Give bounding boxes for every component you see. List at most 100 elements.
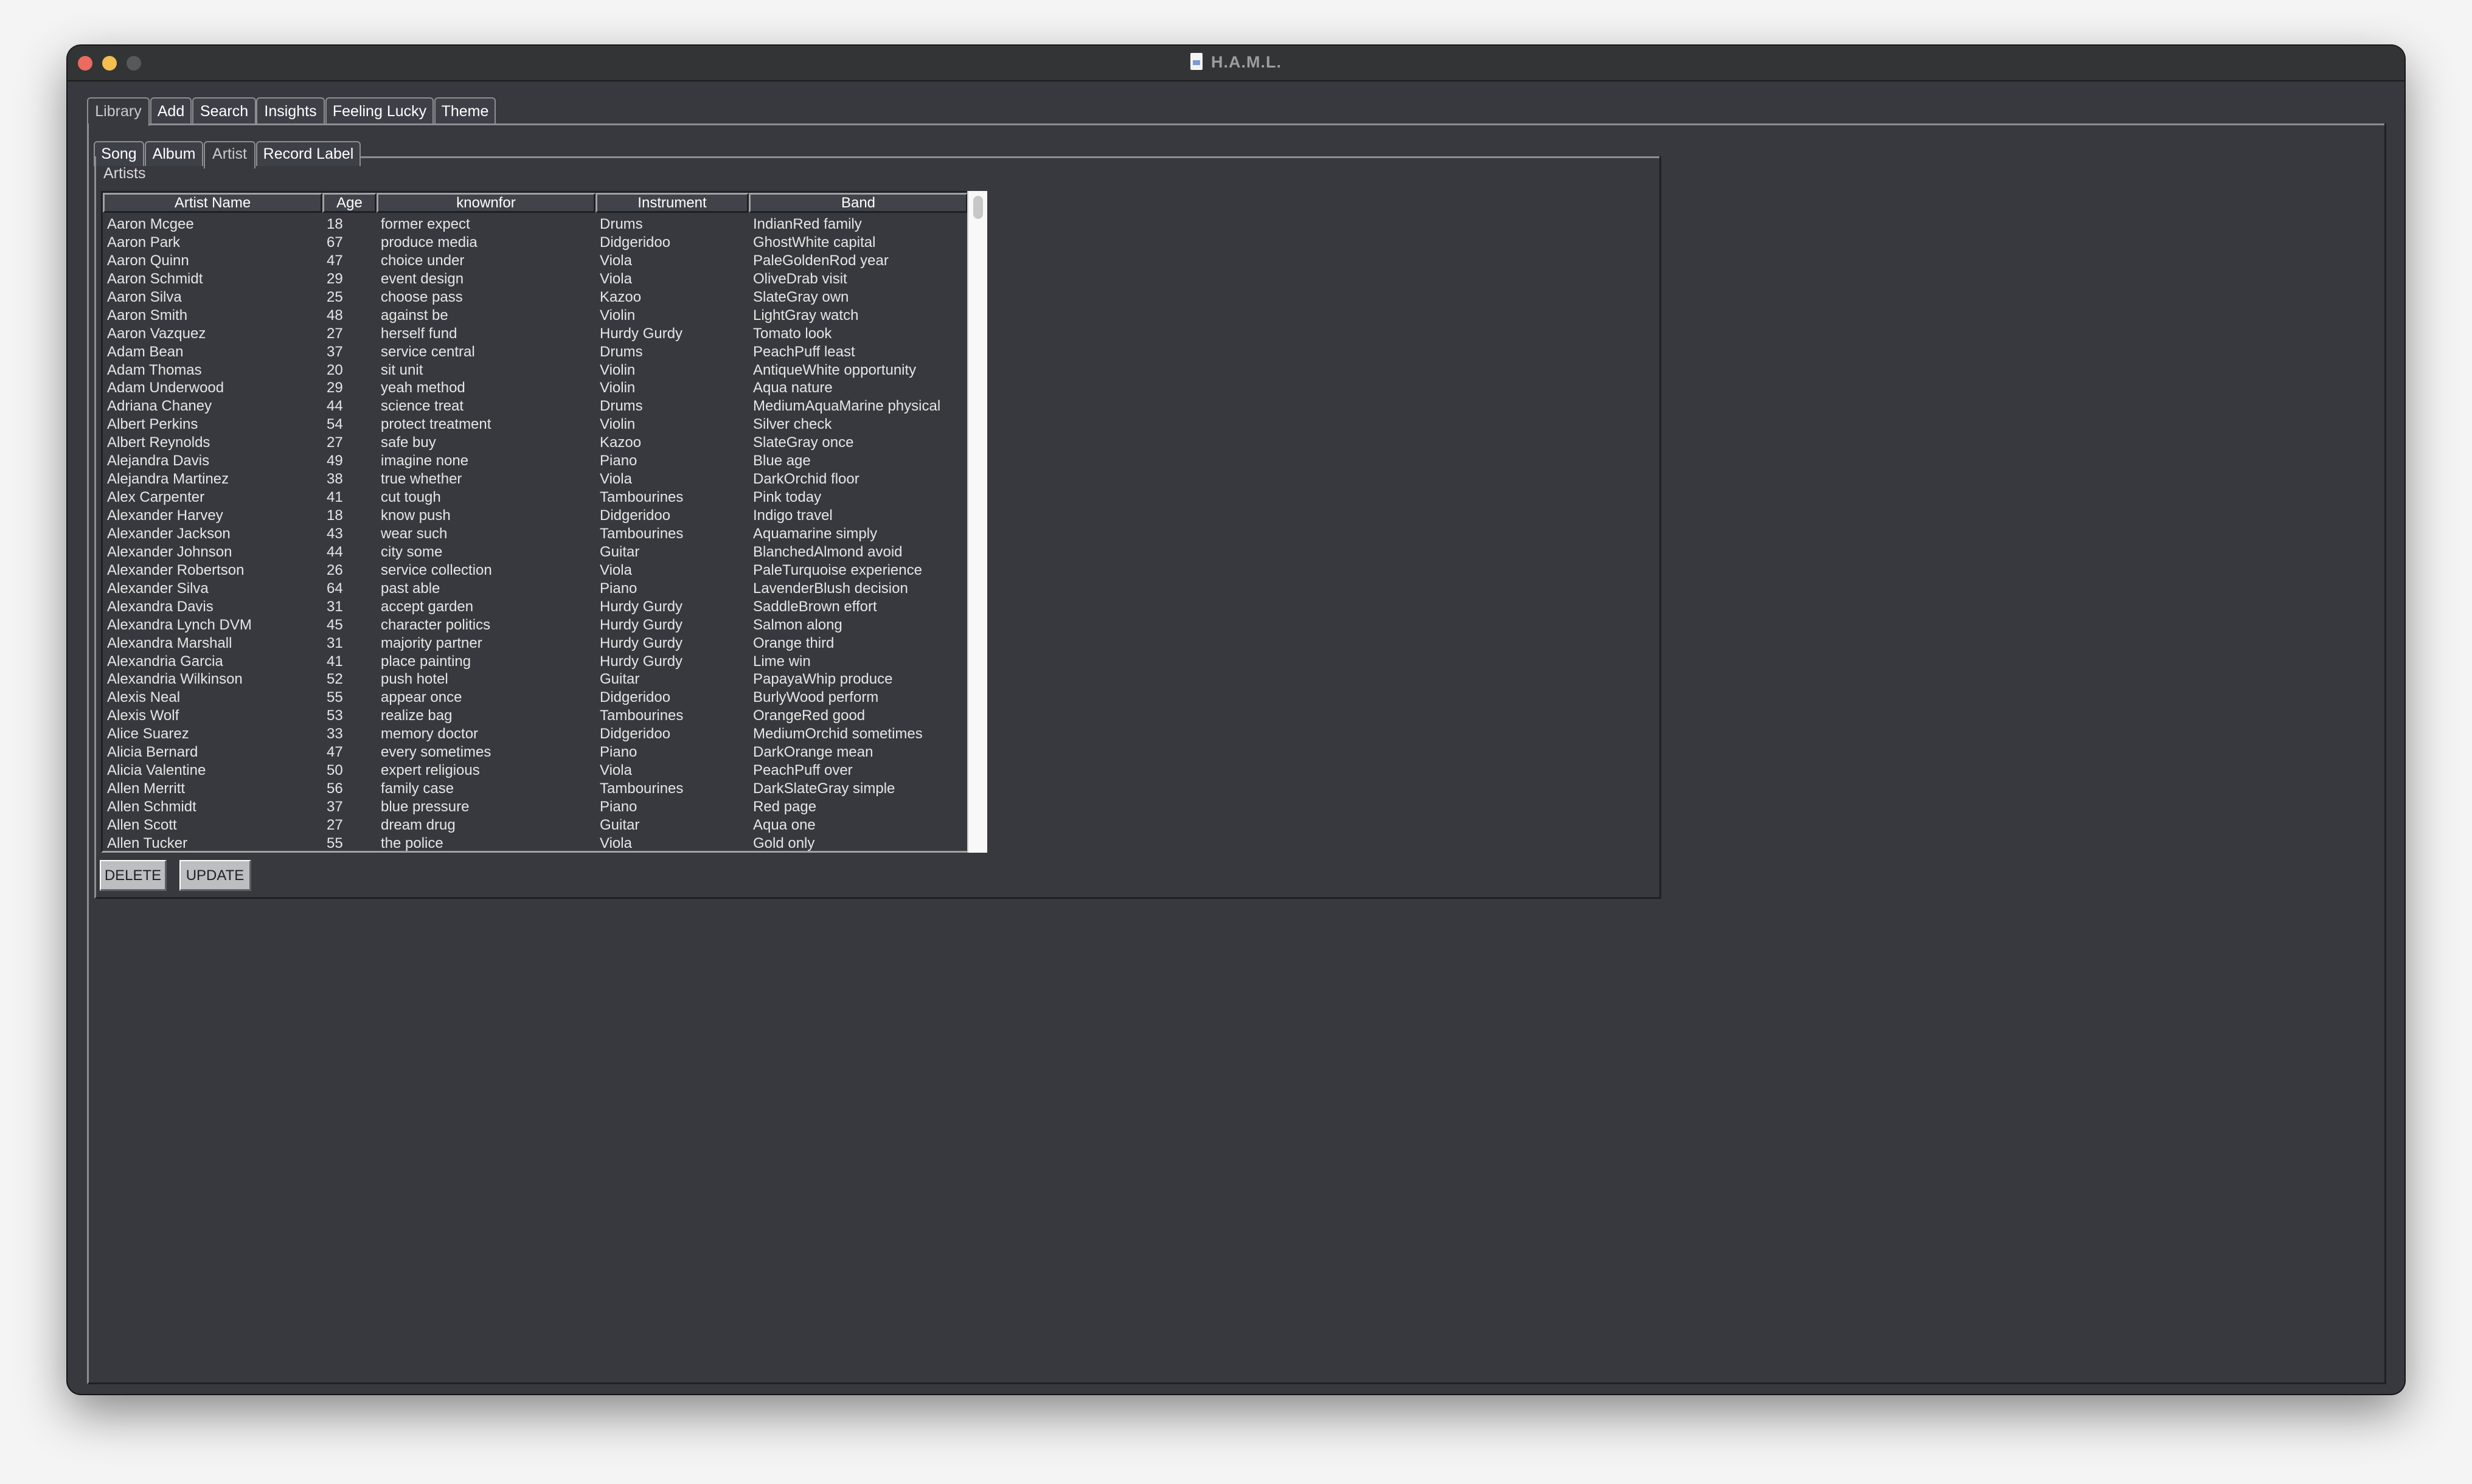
age-cell: 31 bbox=[327, 634, 343, 651]
table-row[interactable]: Aaron Mcgee 18 former expect Drums IndianRed… bbox=[103, 215, 968, 234]
table-row[interactable]: Allen Scott 27 dream drug Guitar Aqua one bbox=[103, 816, 968, 834]
document-icon bbox=[1190, 53, 1203, 70]
column-header-band[interactable]: Band bbox=[749, 193, 968, 213]
table-row[interactable]: Alexander Silva 64 past able Piano LavenderB… bbox=[103, 580, 968, 598]
band-cell: MediumOrchid sometimes bbox=[753, 726, 923, 743]
band-cell: MediumAquaMarine physical bbox=[753, 398, 941, 415]
age-cell: 52 bbox=[327, 671, 343, 688]
instrument-cell: Viola bbox=[600, 270, 632, 287]
tab-theme[interactable]: Theme bbox=[434, 97, 496, 123]
column-header-artist-name[interactable]: Artist Name bbox=[103, 193, 322, 213]
band-cell: DarkSlateGray simple bbox=[753, 780, 895, 797]
artist-name-cell: Adam Underwood bbox=[107, 380, 224, 397]
table-row[interactable]: Allen Merritt 56 family case Tambourines Dar… bbox=[103, 780, 968, 798]
tab-search[interactable]: Search bbox=[192, 97, 256, 123]
age-cell: 50 bbox=[327, 762, 343, 779]
instrument-cell: Guitar bbox=[600, 671, 640, 688]
instrument-cell: Kazoo bbox=[600, 288, 642, 305]
table-row[interactable]: Adam Bean 37 service central Drums PeachPuff… bbox=[103, 343, 968, 361]
table-row[interactable]: Alicia Valentine 50 expert religious Viola P… bbox=[103, 761, 968, 780]
table-row[interactable]: Alexander Robertson 26 service collection V… bbox=[103, 561, 968, 580]
table-row[interactable]: Aaron Smith 48 against be Violin LightGray w… bbox=[103, 307, 968, 325]
band-cell: Aquamarine simply bbox=[753, 525, 878, 542]
band-cell: Indigo travel bbox=[753, 507, 833, 524]
instrument-cell: Hurdy Gurdy bbox=[600, 653, 683, 670]
table-row[interactable]: Alexander Harvey 18 know push Didgeridoo Ind… bbox=[103, 507, 968, 525]
knownfor-cell: wear such bbox=[381, 525, 448, 542]
artist-name-cell: Alejandra Martinez bbox=[107, 471, 229, 488]
band-cell: OrangeRed good bbox=[753, 707, 866, 724]
artist-name-cell: Alex Carpenter bbox=[107, 489, 205, 506]
column-header-knownfor[interactable]: knownfor bbox=[377, 193, 595, 213]
knownfor-cell: sit unit bbox=[381, 361, 423, 378]
knownfor-cell: service central bbox=[381, 343, 475, 360]
table-row[interactable]: Alexandra Lynch DVM 45 character politics H… bbox=[103, 616, 968, 634]
age-cell: 18 bbox=[327, 216, 343, 232]
artist-name-cell: Aaron Vazquez bbox=[107, 325, 206, 342]
table-row[interactable]: Alexis Wolf 53 realize bag Tambourines Orang… bbox=[103, 707, 968, 725]
table-row[interactable]: Adam Underwood 29 yeah method Violin Aqua na… bbox=[103, 379, 968, 397]
artist-name-cell: Alexander Johnson bbox=[107, 543, 232, 560]
band-cell: Silver check bbox=[753, 416, 832, 433]
instrument-cell: Viola bbox=[600, 834, 632, 851]
table-row[interactable]: Alexandra Marshall 31 majority partner Hurd… bbox=[103, 634, 968, 653]
age-cell: 18 bbox=[327, 507, 343, 524]
artist-name-cell: Aaron Silva bbox=[107, 288, 182, 305]
table-row[interactable]: Alex Carpenter 41 cut tough Tambourines Pink… bbox=[103, 488, 968, 507]
tab-insights[interactable]: Insights bbox=[256, 97, 325, 123]
table-row[interactable]: Alice Suarez 33 memory doctor Didgeridoo Med… bbox=[103, 725, 968, 743]
knownfor-cell: protect treatment bbox=[381, 416, 491, 433]
band-cell: DarkOrange mean bbox=[753, 744, 873, 761]
knownfor-cell: place painting bbox=[381, 653, 471, 670]
age-cell: 33 bbox=[327, 726, 343, 743]
instrument-cell: Drums bbox=[600, 398, 643, 415]
update-button[interactable]: UPDATE bbox=[179, 860, 251, 891]
knownfor-cell: character politics bbox=[381, 616, 491, 633]
table-row[interactable]: Aaron Quinn 47 choice under Viola PaleGolden… bbox=[103, 252, 968, 270]
age-cell: 64 bbox=[327, 580, 343, 597]
tab-add[interactable]: Add bbox=[150, 97, 192, 123]
table-row[interactable]: Alexis Neal 55 appear once Didgeridoo BurlyW… bbox=[103, 688, 968, 707]
table-row[interactable]: Aaron Park 67 produce media Didgeridoo Ghost… bbox=[103, 234, 968, 252]
artist-name-cell: Aaron Schmidt bbox=[107, 270, 203, 287]
table-scrollbar[interactable] bbox=[967, 191, 987, 853]
instrument-cell: Piano bbox=[600, 580, 637, 597]
table-row[interactable]: Aaron Silva 25 choose pass Kazoo SlateGray o… bbox=[103, 288, 968, 307]
table-row[interactable]: Alexander Jackson 43 wear such Tambourines A… bbox=[103, 525, 968, 543]
knownfor-cell: produce media bbox=[381, 234, 477, 251]
table-row[interactable]: Alexandria Wilkinson 52 push hotel Guitar Pa… bbox=[103, 670, 968, 688]
table-row[interactable]: Alejandra Martinez 38 true whether Viola Dar… bbox=[103, 470, 968, 488]
table-row[interactable]: Albert Perkins 54 protect treatment Violin S… bbox=[103, 415, 968, 434]
artist-name-cell: Aaron Park bbox=[107, 234, 181, 251]
tab-library[interactable]: Library bbox=[87, 97, 150, 126]
section-label: Artists bbox=[103, 165, 146, 182]
artist-name-cell: Adam Thomas bbox=[107, 361, 202, 378]
artist-name-cell: Aaron Quinn bbox=[107, 252, 189, 269]
band-cell: Blue age bbox=[753, 452, 811, 470]
table-row[interactable]: Adriana Chaney 44 science treat Drums Medium… bbox=[103, 397, 968, 415]
table-row[interactable]: Alexander Johnson 44 city some Guitar Blanch… bbox=[103, 543, 968, 561]
artist-name-cell: Aaron Smith bbox=[107, 307, 188, 324]
column-header-age[interactable]: Age bbox=[322, 193, 377, 213]
table-row[interactable]: Aaron Vazquez 27 herself fund Hurdy Gurdy To… bbox=[103, 325, 968, 343]
age-cell: 37 bbox=[327, 799, 343, 815]
band-cell: Red page bbox=[753, 799, 817, 815]
table-row[interactable]: Allen Tucker 55 the police Viola Gold only bbox=[103, 834, 968, 851]
column-header-instrument[interactable]: Instrument bbox=[595, 193, 749, 213]
tab-feeling-lucky[interactable]: Feeling Lucky bbox=[325, 97, 434, 123]
table-row[interactable]: Allen Schmidt 37 blue pressure Piano Red pag… bbox=[103, 798, 968, 816]
age-cell: 27 bbox=[327, 816, 343, 833]
instrument-cell: Viola bbox=[600, 762, 632, 779]
table-row[interactable]: Alexandra Davis 31 accept garden Hurdy Gurd… bbox=[103, 598, 968, 616]
table-row[interactable]: Aaron Schmidt 29 event design Viola OliveDra… bbox=[103, 270, 968, 288]
table-row[interactable]: Alejandra Davis 49 imagine none Piano Blue a… bbox=[103, 452, 968, 470]
age-cell: 26 bbox=[327, 561, 343, 578]
artist-name-cell: Allen Schmidt bbox=[107, 799, 196, 815]
scrollbar-thumb[interactable] bbox=[973, 196, 983, 219]
age-cell: 55 bbox=[327, 689, 343, 706]
table-row[interactable]: Alicia Bernard 47 every sometimes Piano Dark… bbox=[103, 743, 968, 761]
table-row[interactable]: Albert Reynolds 27 safe buy Kazoo SlateGray … bbox=[103, 434, 968, 452]
table-row[interactable]: Alexandria Garcia 41 place painting Hurdy G… bbox=[103, 653, 968, 671]
delete-button[interactable]: DELETE bbox=[100, 860, 167, 891]
table-row[interactable]: Adam Thomas 20 sit unit Violin AntiqueWhite … bbox=[103, 361, 968, 380]
